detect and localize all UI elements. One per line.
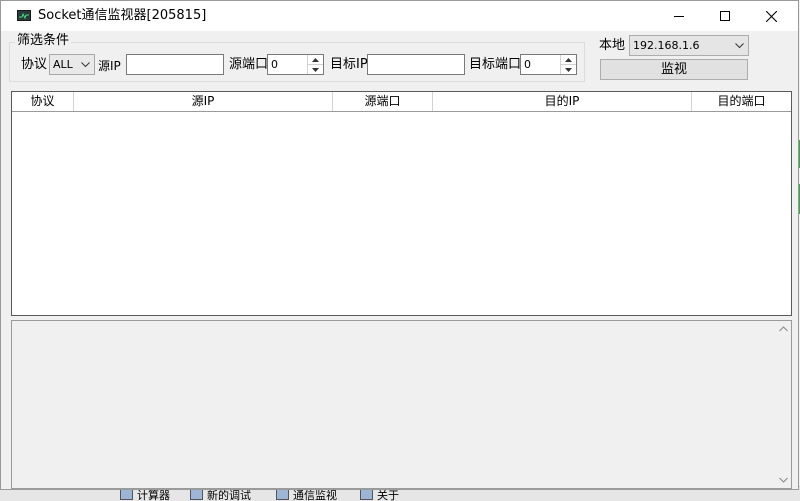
chevron-down-icon — [778, 477, 788, 483]
close-button[interactable] — [748, 1, 794, 31]
title-bar[interactable]: Socket通信监视器[205815] — [1, 1, 798, 31]
dst-ip-label: 目标IP — [330, 57, 368, 72]
src-port-label: 源端口 — [229, 57, 269, 72]
src-port-value: 0 — [271, 58, 278, 71]
filter-group-title: 筛选条件 — [15, 33, 72, 49]
dst-port-label: 目标端口 — [469, 57, 522, 72]
maximize-icon — [720, 11, 730, 21]
column-header-dst-ip[interactable]: 目的IP — [433, 92, 692, 111]
dst-port-stepper[interactable]: 0 — [520, 54, 577, 75]
maximize-button[interactable] — [702, 1, 748, 31]
column-header-src-ip[interactable]: 源IP — [74, 92, 333, 111]
chevron-down-icon — [735, 43, 744, 49]
protocol-select[interactable]: ALL — [49, 54, 95, 75]
scroll-down-button[interactable] — [775, 472, 791, 488]
table-header: 协议 源IP 源端口 目的IP 目的端口 — [12, 92, 791, 112]
dst-port-value: 0 — [524, 58, 531, 71]
src-ip-input[interactable] — [126, 54, 224, 75]
monitor-button[interactable]: 监视 — [600, 59, 748, 80]
log-textarea[interactable] — [11, 320, 792, 489]
protocol-select-value: ALL — [53, 58, 73, 71]
triangle-down-icon — [312, 67, 319, 72]
local-ip-value: 192.168.1.6 — [633, 39, 700, 52]
protocol-label: 协议 — [21, 57, 48, 72]
minimize-icon — [674, 16, 684, 17]
src-port-up-button[interactable] — [308, 55, 323, 65]
dst-port-down-button[interactable] — [561, 65, 576, 74]
src-ip-label: 源IP — [98, 59, 121, 73]
chevron-up-icon — [778, 326, 788, 332]
local-ip-select[interactable]: 192.168.1.6 — [629, 35, 749, 56]
log-scrollbar[interactable] — [775, 321, 791, 488]
column-header-src-port[interactable]: 源端口 — [333, 92, 433, 111]
window-title: Socket通信监视器[205815] — [38, 8, 207, 23]
socket-monitor-window: Socket通信监视器[205815] 筛选条件 协议 ALL 源IP 源端口 … — [0, 0, 799, 490]
close-icon — [765, 10, 777, 22]
src-port-stepper[interactable]: 0 — [267, 54, 324, 75]
dst-ip-input[interactable] — [367, 54, 465, 75]
minimize-button[interactable] — [656, 1, 702, 31]
triangle-down-icon — [565, 67, 572, 72]
chevron-down-icon — [81, 62, 90, 68]
triangle-up-icon — [565, 57, 572, 62]
column-header-protocol[interactable]: 协议 — [12, 92, 74, 111]
app-monitor-icon — [17, 10, 31, 21]
scroll-up-button[interactable] — [775, 321, 791, 337]
src-port-down-button[interactable] — [308, 65, 323, 74]
triangle-up-icon — [312, 57, 319, 62]
packet-table[interactable]: 协议 源IP 源端口 目的IP 目的端口 — [11, 91, 792, 316]
column-header-dst-port[interactable]: 目的端口 — [692, 92, 791, 111]
dst-port-up-button[interactable] — [561, 55, 576, 65]
local-label: 本地 — [599, 38, 626, 53]
